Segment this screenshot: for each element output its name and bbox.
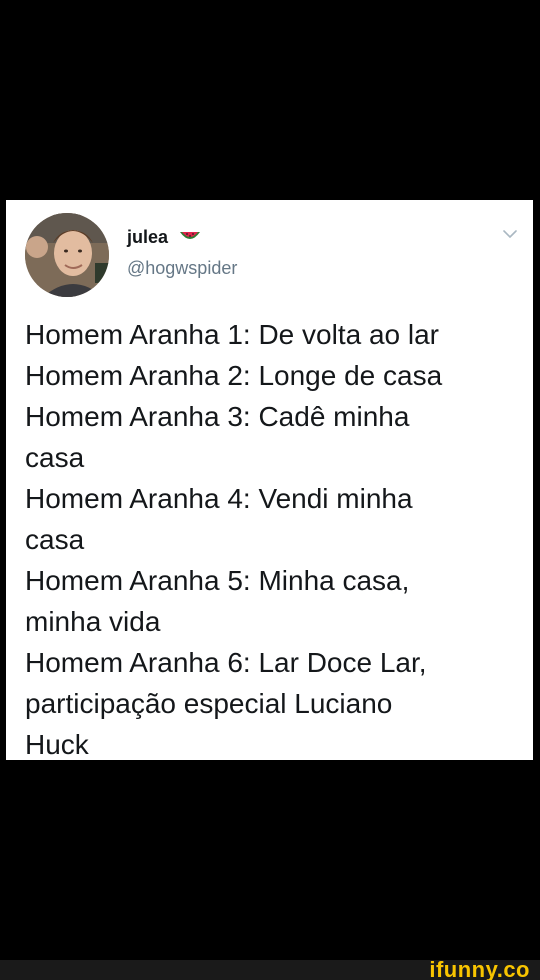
chevron-down-icon[interactable] xyxy=(501,228,519,240)
tweet-line: Huck xyxy=(25,729,89,760)
avatar[interactable] xyxy=(25,213,109,297)
author-handle[interactable]: @hogwspider xyxy=(127,258,237,278)
tweet-line: minha vida xyxy=(25,606,161,637)
avatar-image xyxy=(25,213,109,297)
tweet-line: Homem Aranha 2: Longe de casa xyxy=(25,360,443,391)
tweet-line: Homem Aranha 3: Cadê minha xyxy=(25,401,410,432)
tweet-line: casa xyxy=(25,524,85,555)
tweet-line: casa xyxy=(25,442,85,473)
tweet-line: Homem Aranha 6: Lar Doce Lar, xyxy=(25,647,427,678)
watermark-bar: ifunny.co xyxy=(0,957,540,980)
watermelon-icon xyxy=(180,232,200,239)
ifunny-logo: ifunny.co xyxy=(429,957,530,980)
tweet-line: Homem Aranha 5: Minha casa, xyxy=(25,565,410,596)
author-name[interactable]: julea xyxy=(127,227,168,247)
tweet-line: participação especial Luciano xyxy=(25,688,393,719)
tweet-line: Homem Aranha 1: De volta ao lar xyxy=(25,319,439,350)
tweet-line: Homem Aranha 4: Vendi minha xyxy=(25,483,413,514)
tweet-text: Homem Aranha 1: De volta ao lar Homem Ar… xyxy=(25,314,525,765)
tweet-card: julea @hogwspider Homem Aranha 1: De vol… xyxy=(6,200,533,760)
